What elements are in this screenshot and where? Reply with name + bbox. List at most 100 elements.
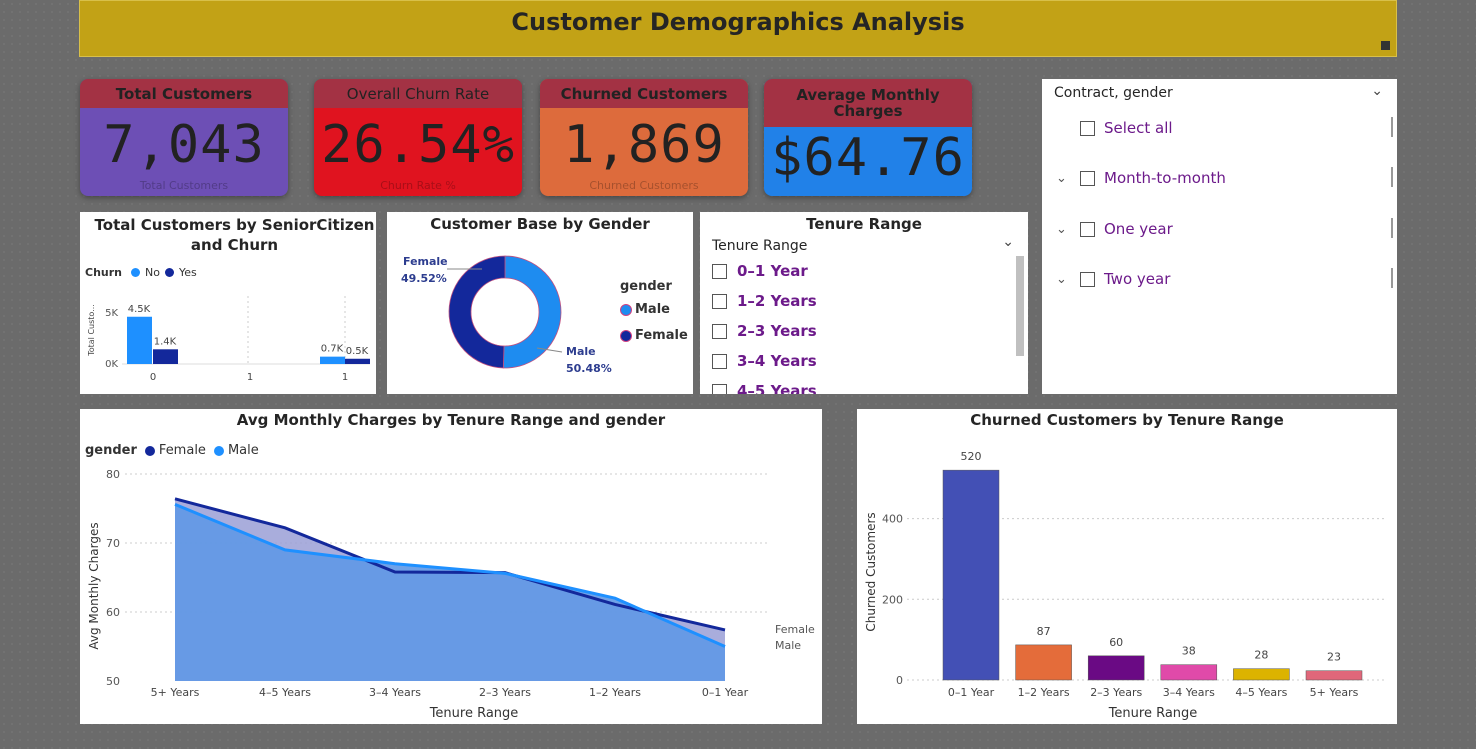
donut-pct-female: 49.52% <box>401 272 447 285</box>
bar-no[interactable] <box>320 356 345 364</box>
bar-no[interactable] <box>127 316 152 364</box>
legend-label: Male <box>635 302 670 317</box>
chevron-down-icon[interactable]: ⌄ <box>1002 234 1014 250</box>
scrollbar[interactable] <box>1016 256 1024 356</box>
y-axis-label: Churned Customers <box>864 512 878 631</box>
donut-label-female: Female <box>403 255 448 268</box>
divider <box>1391 117 1393 137</box>
checkbox[interactable] <box>1080 120 1095 136</box>
slicer-item-label: 3–4 Years <box>737 352 817 370</box>
legend-label: Female <box>635 328 688 343</box>
checkbox[interactable] <box>1080 271 1095 287</box>
slicer-item-label: 1–2 Years <box>737 292 817 310</box>
data-label: 0.5K <box>346 346 369 357</box>
slicer-item[interactable]: 0–1 Year <box>712 262 808 280</box>
donut-slice-female[interactable] <box>448 255 506 369</box>
divider <box>1391 268 1393 288</box>
checkbox[interactable] <box>712 263 727 279</box>
checkbox[interactable] <box>712 383 727 394</box>
data-label: 60 <box>1109 636 1123 649</box>
data-label: 87 <box>1037 625 1051 638</box>
kpi-title: Average Monthly Charges <box>764 79 972 127</box>
slicer-header: Contract, gender <box>1054 85 1173 101</box>
slicer-item[interactable]: 3–4 Years <box>712 352 817 370</box>
legend-item-female[interactable]: Female <box>620 328 688 343</box>
slicer-item-one-year[interactable]: ⌄ One year <box>1056 220 1173 238</box>
bar[interactable] <box>1160 664 1218 681</box>
churned-bar-panel[interactable]: Churned Customers by Tenure Range 0 200 40… <box>857 409 1397 724</box>
slicer-item[interactable]: 2–3 Years <box>712 322 817 340</box>
senior-citizen-chart-panel[interactable]: Total Customers by SeniorCitizen and Chu… <box>80 212 376 394</box>
donut-pct-male: 50.48% <box>566 362 612 375</box>
avg-charges-line-panel[interactable]: Avg Monthly Charges by Tenure Range and … <box>80 409 822 724</box>
gender-donut-panel[interactable]: Customer Base by Gender Female 49.52% Ma… <box>387 212 693 394</box>
data-label: 4.5K <box>128 304 151 315</box>
tenure-range-slicer[interactable]: Tenure Range Tenure Range ⌄ 0–1 Year 1–2… <box>700 212 1028 394</box>
checkbox[interactable] <box>1080 170 1095 186</box>
x-tick-label: 0–1 Year <box>948 686 995 699</box>
slicer-item-label: 2–3 Years <box>737 322 817 340</box>
slicer-item-month-to-month[interactable]: ⌄ Month-to-month <box>1056 169 1226 187</box>
slicer-item[interactable]: 1–2 Years <box>712 292 817 310</box>
chevron-down-icon[interactable]: ⌄ <box>1371 83 1383 99</box>
slicer-item-label: Select all <box>1104 119 1173 137</box>
y-tick-label: 5K <box>105 308 118 319</box>
chevron-expand-icon[interactable]: ⌄ <box>1056 222 1070 237</box>
y-tick-label: 60 <box>106 606 120 619</box>
chevron-expand-icon[interactable]: ⌄ <box>1056 171 1070 186</box>
kpi-title: Churned Customers <box>540 79 748 108</box>
report-header: Customer Demographics Analysis <box>79 0 1397 57</box>
resize-handle-icon[interactable] <box>1381 41 1390 50</box>
x-tick-label: 2–3 Years <box>1090 686 1142 699</box>
data-label: 38 <box>1182 645 1196 658</box>
x-tick-label: 1–2 Years <box>589 686 641 699</box>
checkbox[interactable] <box>712 353 727 369</box>
bar[interactable] <box>1305 670 1363 681</box>
kpi-title: Overall Churn Rate <box>314 79 522 108</box>
x-tick-label: 4–5 Years <box>1235 686 1287 699</box>
slicer-item[interactable]: 4–5 Years <box>712 382 817 394</box>
contract-gender-slicer[interactable]: Contract, gender ⌄ Select all ⌄ Month-to… <box>1042 79 1397 394</box>
slicer-item-two-year[interactable]: ⌄ Two year <box>1056 270 1170 288</box>
kpi-value: 26.54% <box>321 115 515 175</box>
x-tick-label: 0–1 Year <box>702 686 749 699</box>
kpi-ghost-label: Churn Rate % <box>380 179 456 192</box>
x-tick-label: 5+ Years <box>151 686 200 699</box>
x-tick-label: 1 <box>342 372 348 383</box>
x-tick-label: 3–4 Years <box>1163 686 1215 699</box>
bar[interactable] <box>1233 668 1290 681</box>
bar-yes[interactable] <box>153 349 178 364</box>
avg-charges-area-chart: 50 60 70 80 5+ Years 4–5 Years 3–4 Years 2–3 Y… <box>87 468 815 721</box>
y-axis-label: Total Custo... <box>87 304 96 357</box>
slicer-item-select-all[interactable]: Select all <box>1080 119 1173 137</box>
checkbox[interactable] <box>712 323 727 339</box>
y-tick-label: 0 <box>896 674 903 687</box>
y-tick-label: 200 <box>882 593 903 606</box>
bar[interactable] <box>1087 655 1145 681</box>
bar[interactable] <box>1015 644 1072 681</box>
donut-slice-male[interactable] <box>502 255 562 369</box>
divider <box>1391 218 1393 238</box>
slicer-item-label: One year <box>1104 220 1173 238</box>
data-label: 0.7K <box>321 344 344 355</box>
x-tick-label: 1–2 Years <box>1018 686 1070 699</box>
legend-dot-icon <box>620 303 632 316</box>
bar-yes[interactable] <box>345 358 370 364</box>
x-tick-label: 1 <box>247 372 253 383</box>
checkbox[interactable] <box>712 293 727 309</box>
x-tick-label: 4–5 Years <box>259 686 311 699</box>
kpi-churned-customers[interactable]: Churned Customers 1,869 Churned Customer… <box>540 79 748 196</box>
end-label-female: Female <box>775 623 815 636</box>
slicer-title: Tenure Range <box>806 215 922 233</box>
bar[interactable] <box>942 469 1000 681</box>
kpi-avg-monthly-charges[interactable]: Average Monthly Charges $64.76 <box>764 79 972 196</box>
legend-item-male[interactable]: Male <box>620 302 670 317</box>
kpi-total-customers[interactable]: Total Customers 7,043 Total Customers <box>80 79 288 196</box>
chevron-expand-icon[interactable]: ⌄ <box>1056 272 1070 287</box>
y-axis-label: Avg Monthly Charges <box>87 522 101 649</box>
kpi-churn-rate[interactable]: Overall Churn Rate 26.54% Churn Rate % <box>314 79 522 196</box>
slicer-item-label: 4–5 Years <box>737 382 817 394</box>
slicer-item-label: Month-to-month <box>1104 169 1226 187</box>
checkbox[interactable] <box>1080 221 1095 237</box>
slicer-item-label: Two year <box>1104 270 1171 288</box>
